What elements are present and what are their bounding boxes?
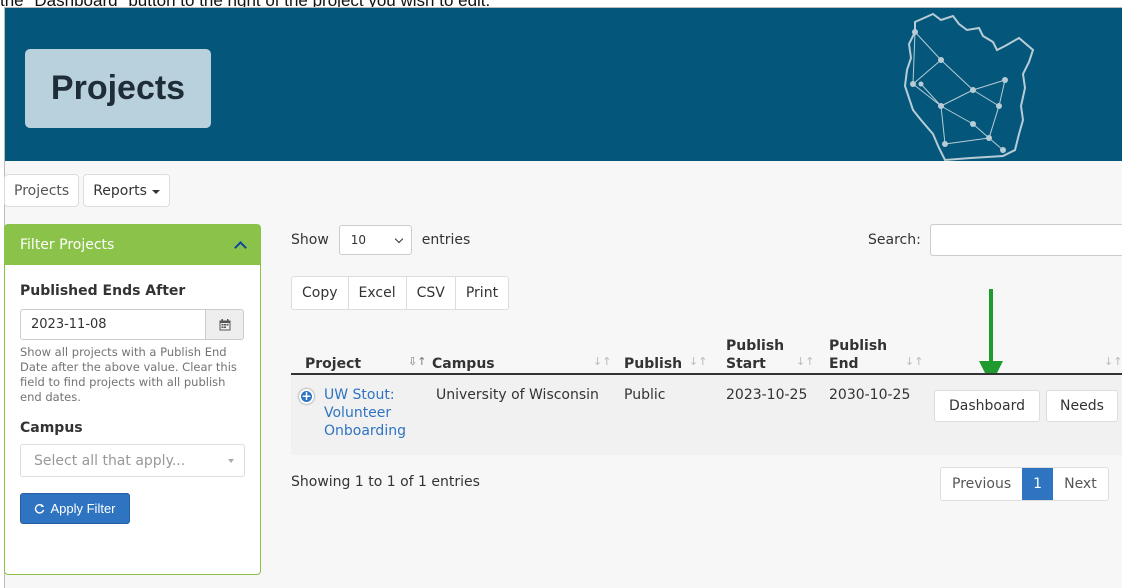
header-publish-start[interactable]: Publish Start (726, 337, 784, 373)
search-label: Search: (868, 232, 921, 248)
cell-publish-start: 2023-10-25 (726, 387, 808, 403)
date-help-text: Show all projects with a Publish End Dat… (20, 345, 237, 404)
header-publish-start-line1: Publish (726, 338, 785, 354)
print-button[interactable]: Print (456, 277, 508, 309)
sort-icon[interactable]: ↓↑ (689, 355, 707, 368)
calendar-icon (219, 318, 230, 330)
nav-tabs: Projects Reports (4, 174, 170, 207)
copy-button[interactable]: Copy (292, 277, 349, 309)
pagination: Previous 1 Next (940, 467, 1109, 501)
entries-label: entries (421, 232, 471, 248)
apply-filter-label: Apply Filter (50, 501, 116, 516)
current-page-button[interactable]: 1 (1022, 468, 1054, 500)
next-page-button[interactable]: Next (1053, 468, 1108, 500)
project-name-line2: Volunteer (324, 405, 392, 421)
needs-button[interactable]: Needs (1046, 390, 1118, 422)
campus-select[interactable]: Select all that apply... (20, 444, 245, 477)
tab-projects-label: Projects (14, 182, 70, 199)
header-publish-end-line2: End (829, 356, 859, 372)
tab-reports-label: Reports (93, 182, 147, 199)
published-ends-label: Published Ends After (20, 283, 186, 299)
header-publish[interactable]: Publish (624, 355, 682, 373)
search-input[interactable] (930, 224, 1122, 256)
wisconsin-map-logo (903, 12, 1035, 162)
export-button-group: Copy Excel CSV Print (291, 276, 510, 310)
header-project[interactable]: Project (305, 355, 361, 373)
cell-publish-end: 2030-10-25 (829, 387, 911, 403)
calendar-button[interactable] (206, 309, 244, 340)
previous-page-button[interactable]: Previous (941, 468, 1022, 500)
filter-panel-title: Filter Projects (20, 237, 115, 253)
project-link[interactable]: UW Stout: Volunteer Onboarding (324, 386, 424, 440)
length-control: Show 10 entries (291, 225, 470, 255)
caret-down-icon (151, 189, 160, 194)
dropdown-arrow-icon (228, 458, 234, 463)
tab-reports[interactable]: Reports (83, 174, 170, 207)
entries-per-page-value: 10 (350, 233, 367, 247)
sort-icon[interactable]: ↓↑ (593, 355, 611, 368)
sort-icon[interactable]: ↓↑ (1104, 355, 1122, 368)
chevron-up-icon[interactable] (234, 241, 247, 254)
campus-select-placeholder: Select all that apply... (34, 452, 186, 469)
filter-panel: Filter Projects Published Ends After Sho… (4, 224, 261, 575)
header-publish-end[interactable]: Publish End (829, 337, 887, 373)
filter-panel-header[interactable]: Filter Projects (5, 225, 260, 265)
cell-publish: Public (624, 387, 666, 403)
project-name-line3: Onboarding (324, 423, 406, 439)
cell-campus: University of Wisconsin (436, 387, 599, 403)
sort-asc-icon[interactable]: ⇩↑ (408, 355, 426, 368)
entries-per-page-select[interactable]: 10 (338, 225, 412, 255)
header-campus[interactable]: Campus (432, 355, 495, 373)
tab-projects[interactable]: Projects (4, 174, 80, 207)
page-title-box: Projects (25, 49, 211, 128)
excel-button[interactable]: Excel (349, 277, 407, 309)
header-publish-start-line2: Start (726, 356, 766, 372)
chevron-down-icon (394, 234, 404, 243)
apply-filter-button[interactable]: Apply Filter (20, 493, 130, 524)
refresh-icon (35, 503, 45, 514)
header-publish-end-line1: Publish (829, 338, 888, 354)
project-name-line1: UW Stout: (324, 387, 395, 403)
sort-icon[interactable]: ↓↑ (905, 355, 923, 368)
csv-button[interactable]: CSV (407, 277, 456, 309)
published-ends-date-input[interactable] (20, 309, 206, 340)
show-label: Show (291, 232, 329, 248)
expand-row-icon[interactable]: + (299, 389, 314, 404)
page-title: Projects (50, 69, 186, 107)
table-info: Showing 1 to 1 of 1 entries (291, 474, 480, 490)
sort-icon[interactable]: ↓↑ (796, 355, 814, 368)
campus-label: Campus (20, 420, 83, 436)
header-banner: Projects (5, 8, 1122, 162)
dashboard-button[interactable]: Dashboard (934, 390, 1040, 422)
